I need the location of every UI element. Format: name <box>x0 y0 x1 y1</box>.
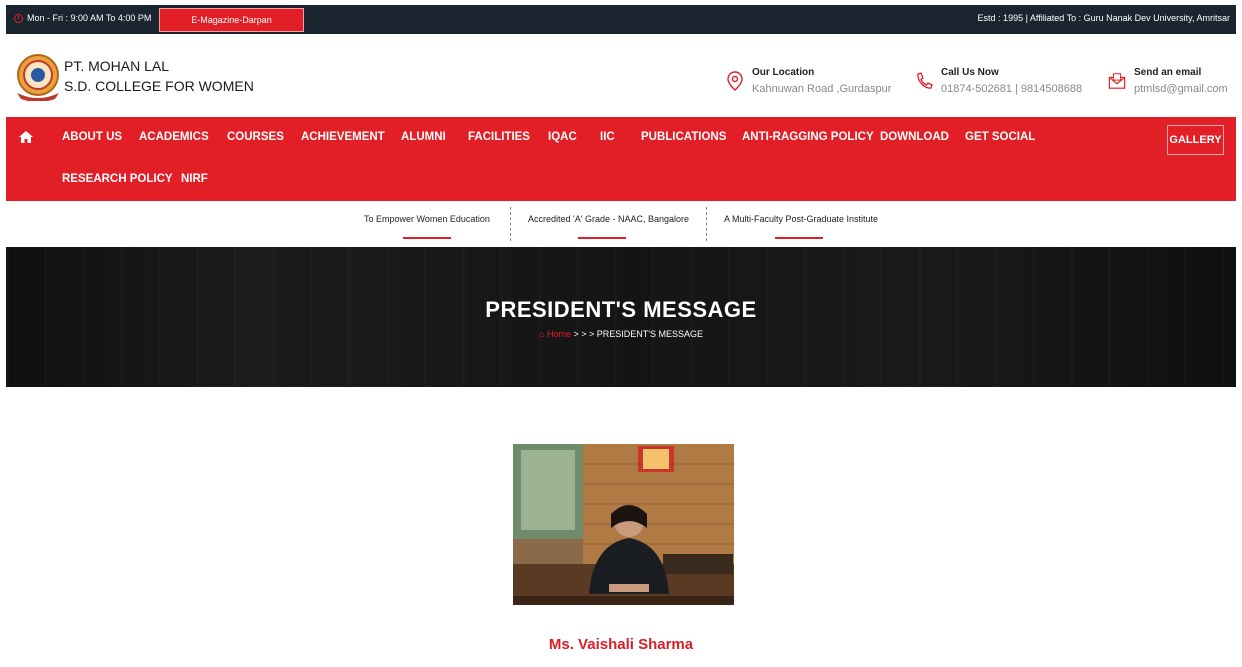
tagline-underline <box>403 237 451 239</box>
top-bar: Mon - Fri : 9:00 AM To 4:00 PM E-Magazin… <box>6 5 1236 34</box>
tagline-divider <box>510 207 511 241</box>
nav-courses[interactable]: COURSES <box>227 131 284 143</box>
nav-achievement[interactable]: ACHIEVEMENT <box>301 131 385 143</box>
nav-iic[interactable]: IIC <box>600 131 615 143</box>
call-value[interactable]: 01874-502681 | 9814508688 <box>941 83 1082 95</box>
college-logo[interactable] <box>15 53 61 101</box>
president-name: Ms. Vaishali Sharma <box>548 636 694 653</box>
page-title: PRESIDENT'S MESSAGE <box>485 297 757 322</box>
location-label: Our Location <box>752 67 815 78</box>
nav-iqac[interactable]: IQAC <box>548 131 577 143</box>
location-pin-icon <box>727 71 743 91</box>
nav-research-policy[interactable]: RESEARCH POLICY <box>62 173 173 185</box>
tagline-underline <box>578 237 626 239</box>
tagline-empower: To Empower Women Education <box>364 214 490 224</box>
gallery-button[interactable]: GALLERY <box>1167 125 1224 155</box>
home-icon[interactable] <box>19 131 33 143</box>
nav-anti-ragging-policy[interactable]: ANTI-RAGGING POLICY <box>742 131 874 143</box>
nav-facilities[interactable]: FACILITIES <box>468 131 530 143</box>
clock-icon <box>14 13 23 23</box>
college-name-line2: S.D. COLLEGE FOR WOMEN <box>64 78 254 94</box>
tagline-multi-faculty: A Multi-Faculty Post-Graduate Institute <box>724 214 879 224</box>
location-info: Our Location Kahnuwan Road ,Gurdaspur <box>726 67 891 95</box>
nav-publications[interactable]: PUBLICATIONS <box>641 131 726 143</box>
tagline-underline <box>775 237 823 239</box>
email-label: Send an email <box>1134 67 1202 78</box>
main-nav: ABOUT US ACADEMICS COURSES ACHIEVEMENT A… <box>6 117 1236 201</box>
college-name-line1: PT. MOHAN LAL <box>64 58 170 74</box>
office-hours-text: Mon - Fri : 9:00 AM To 4:00 PM <box>27 13 152 23</box>
office-hours: Mon - Fri : 9:00 AM To 4:00 PM <box>14 13 151 23</box>
call-label: Call Us Now <box>941 67 999 78</box>
emagazine-button[interactable]: E-Magazine-Darpan <box>159 8 304 32</box>
phone-icon <box>917 72 933 89</box>
nav-academics[interactable]: ACADEMICS <box>139 131 209 143</box>
email-value[interactable]: ptmlsd@gmail.com <box>1134 83 1228 95</box>
breadcrumb-current: PRESIDENT'S MESSAGE <box>596 329 703 339</box>
college-name[interactable]: PT. MOHAN LAL S.D. COLLEGE FOR WOMEN <box>64 56 254 96</box>
email-info: Send an email ptmlsd@gmail.com <box>1108 67 1228 95</box>
tagline-divider <box>706 207 707 241</box>
breadcrumb-separator: > > > <box>570 329 597 339</box>
president-photo <box>513 444 734 605</box>
affiliation-text: Estd : 1995 | Affiliated To : Guru Nanak… <box>977 13 1230 23</box>
breadcrumb: ⌂ Home > > > PRESIDENT'S MESSAGE <box>6 329 1236 339</box>
nav-download[interactable]: DOWNLOAD <box>880 131 949 143</box>
nav-alumni[interactable]: ALUMNI <box>401 131 446 143</box>
nav-get-social[interactable]: GET SOCIAL <box>965 131 1035 143</box>
breadcrumb-home[interactable]: ⌂ Home <box>539 329 571 339</box>
call-info: Call Us Now 01874-502681 | 9814508688 <box>915 67 1082 95</box>
tagline-accredited: Accredited 'A' Grade - NAAC, Bangalore <box>528 214 690 224</box>
nav-nirf[interactable]: NIRF <box>181 173 208 185</box>
email-icon <box>1108 73 1126 89</box>
location-value: Kahnuwan Road ,Gurdaspur <box>752 83 892 95</box>
page-banner: PRESIDENT'S MESSAGE ⌂ Home > > > PRESIDE… <box>6 247 1236 387</box>
nav-about-us[interactable]: ABOUT US <box>62 131 122 143</box>
